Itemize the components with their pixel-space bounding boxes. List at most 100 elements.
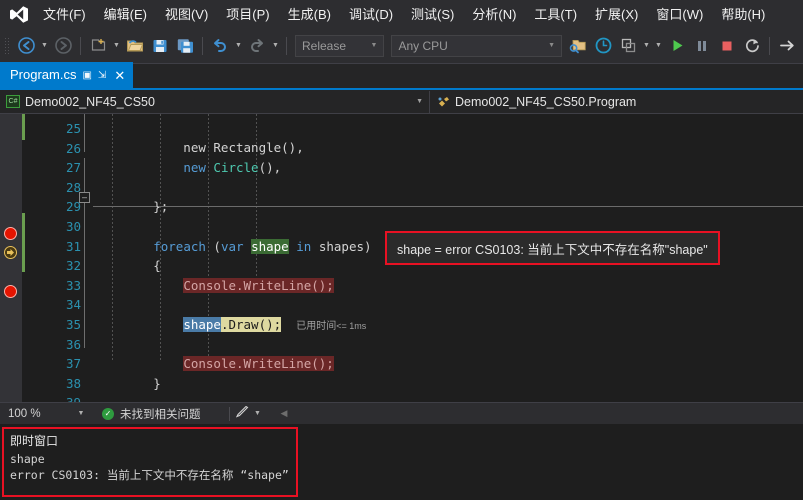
menu-item-help[interactable]: 帮助(H): [712, 2, 774, 27]
undo-button[interactable]: [208, 34, 232, 58]
code-line-39[interactable]: 39 // 在调试模式下保持控制台打开: [29, 374, 803, 402]
immediate-window-title: 即时窗口: [10, 434, 59, 448]
code-line-37[interactable]: 37 }: [29, 335, 803, 391]
code-line-30[interactable]: 30 foreach (var shape in shapes): [29, 197, 803, 254]
zoom-level-value: 100 %: [8, 407, 41, 420]
immediate-window-line: error CS0103: 当前上下文中不存在名称 “shape”: [10, 468, 289, 482]
stop-debugging-button[interactable]: [715, 34, 739, 58]
live-share-button[interactable]: [591, 34, 615, 58]
immediate-window-line: shape: [10, 452, 45, 466]
standard-toolbar: ▼ ▼ ▼ ▼ Release ▼ Any CPU ▼ ▼ ▼: [0, 28, 803, 64]
navigate-backward-button[interactable]: [14, 34, 38, 58]
chevron-down-icon: ▼: [370, 42, 378, 49]
tab-label: Program.cs: [10, 67, 77, 82]
folder-search-button[interactable]: [566, 34, 590, 58]
breakpoint-line-36[interactable]: [4, 285, 17, 298]
visual-studio-logo-icon: [4, 1, 34, 27]
bottom-panel-area: 即时窗口 shape error CS0103: 当前上下文中不存在名称 “sh…: [0, 424, 803, 500]
select-element-dropdown[interactable]: ▼: [641, 34, 652, 58]
chevron-down-icon: ▼: [548, 42, 555, 49]
continue-button[interactable]: [665, 34, 689, 58]
solution-configuration-value: Release: [302, 38, 347, 53]
zoom-level-control[interactable]: 100 %: [0, 408, 72, 420]
menu-item-analyze[interactable]: 分析(N): [463, 2, 525, 27]
select-element-button[interactable]: [616, 34, 640, 58]
code-line-35[interactable]: 35: [29, 295, 803, 332]
breakpoint-gutter[interactable]: [0, 114, 22, 402]
solution-platform-combo[interactable]: Any CPU ▼: [391, 34, 562, 57]
open-file-button[interactable]: [123, 34, 147, 58]
change-bar: [22, 114, 25, 140]
extra-dropdown[interactable]: ▼: [653, 34, 664, 58]
code-line-27[interactable]: 27: [29, 139, 803, 175]
lock-icon: ▣: [82, 69, 92, 81]
undo-dropdown[interactable]: ▼: [233, 34, 244, 58]
debug-error-datatip[interactable]: shape = error CS0103: 当前上下文中不存在名称"shape": [385, 231, 720, 265]
editor-navigation-bar: C# Demo002_NF45_CS50 ▼ Demo002_NF45_CS50…: [0, 90, 803, 114]
issue-status[interactable]: ✓ 未找到相关问题: [102, 406, 201, 422]
breakpoint-line-32[interactable]: [4, 227, 17, 240]
toolbar-separator: [80, 36, 81, 55]
code-line-26[interactable]: 26 new Circle(),: [29, 119, 803, 176]
redo-button[interactable]: [245, 34, 269, 58]
menu-bar: 文件(F) 编辑(E) 视图(V) 项目(P) 生成(B) 调试(D) 测试(S…: [0, 0, 803, 28]
new-project-dropdown[interactable]: ▼: [111, 34, 122, 58]
redo-dropdown[interactable]: ▼: [270, 34, 281, 58]
code-line-29[interactable]: 29: [29, 178, 803, 214]
editor-status-bar: 100 % ▼ ✓ 未找到相关问题 ▼ ◀: [0, 402, 803, 424]
type-dropdown[interactable]: Demo002_NF45_CS50.Program: [430, 91, 803, 113]
debug-error-datatip-text: shape = error CS0103: 当前上下文中不存在名称"shape": [397, 242, 708, 257]
step-into-button[interactable]: [775, 34, 799, 58]
code-line-36[interactable]: 36 Console.WriteLine();: [29, 315, 803, 372]
restart-button[interactable]: [740, 34, 764, 58]
zoom-dropdown-icon[interactable]: ▼: [72, 410, 90, 417]
save-button[interactable]: [148, 34, 172, 58]
save-all-button[interactable]: [173, 34, 197, 58]
code-editor[interactable]: – 25 new Rectangle(), 26 new Circle(), 2…: [0, 114, 803, 402]
menu-item-debug[interactable]: 调试(D): [340, 2, 402, 27]
project-dropdown[interactable]: C# Demo002_NF45_CS50 ▼: [0, 90, 430, 113]
menu-item-edit[interactable]: 编辑(E): [95, 2, 156, 27]
change-bar: [22, 213, 25, 272]
menu-item-file[interactable]: 文件(F): [34, 2, 95, 27]
code-line-40[interactable]: 40 Console.WriteLine(value:"Press any ke…: [29, 393, 803, 402]
immediate-window[interactable]: 即时窗口 shape error CS0103: 当前上下文中不存在名称 “sh…: [2, 427, 298, 497]
menu-item-project[interactable]: 项目(P): [217, 2, 278, 27]
visual-studio-window: 文件(F) 编辑(E) 视图(V) 项目(P) 生成(B) 调试(D) 测试(S…: [0, 0, 803, 500]
type-dropdown-label: Demo002_NF45_CS50.Program: [455, 94, 637, 109]
menu-item-window[interactable]: 窗口(W): [647, 2, 712, 27]
current-execution-marker[interactable]: [4, 246, 17, 259]
csharp-project-icon: C#: [6, 95, 20, 108]
toolbar-separator-2: [202, 36, 203, 55]
pencil-icon: [235, 405, 249, 421]
document-tab-strip: Program.cs ▣ ⇲ ✕: [0, 62, 803, 90]
close-x-icon[interactable]: ✕: [112, 69, 127, 82]
break-all-button[interactable]: [690, 34, 714, 58]
class-members-icon: [436, 95, 450, 108]
new-project-button[interactable]: [86, 34, 110, 58]
navigate-forward-button[interactable]: [51, 34, 75, 58]
project-dropdown-label: Demo002_NF45_CS50: [25, 94, 155, 109]
code-cleanup-button[interactable]: ▼: [235, 405, 267, 421]
menu-item-tools[interactable]: 工具(T): [525, 2, 586, 27]
status-separator: [228, 406, 230, 421]
tab-program-cs[interactable]: Program.cs ▣ ⇲ ✕: [0, 62, 134, 88]
menu-item-test[interactable]: 测试(S): [402, 2, 463, 27]
code-line-38[interactable]: 38: [29, 354, 803, 391]
menu-item-view[interactable]: 视图(V): [156, 2, 217, 27]
check-circle-icon: ✓: [102, 407, 114, 420]
menu-item-build[interactable]: 生成(B): [279, 2, 340, 27]
toolbar-separator-4: [769, 36, 770, 55]
toolbar-grip: [4, 36, 11, 55]
menu-item-extensions[interactable]: 扩展(X): [586, 2, 647, 27]
code-line-34[interactable]: 34 shape.Draw(); 已用时间<= 1ms: [29, 276, 803, 332]
code-line-28[interactable]: 28 };: [29, 158, 803, 215]
solution-configuration-combo[interactable]: Release ▼: [295, 34, 385, 57]
code-line-25[interactable]: 25 new Rectangle(),: [29, 114, 803, 156]
code-cleanup-dropdown-icon[interactable]: ▼: [249, 410, 267, 417]
navigate-backward-dropdown[interactable]: ▼: [39, 34, 50, 58]
change-indicator-gutter: [22, 114, 29, 402]
toolbar-separator-3: [286, 36, 287, 55]
left-triangle-icon[interactable]: ◀: [281, 408, 288, 419]
pin-icon[interactable]: ⇲: [98, 70, 106, 81]
